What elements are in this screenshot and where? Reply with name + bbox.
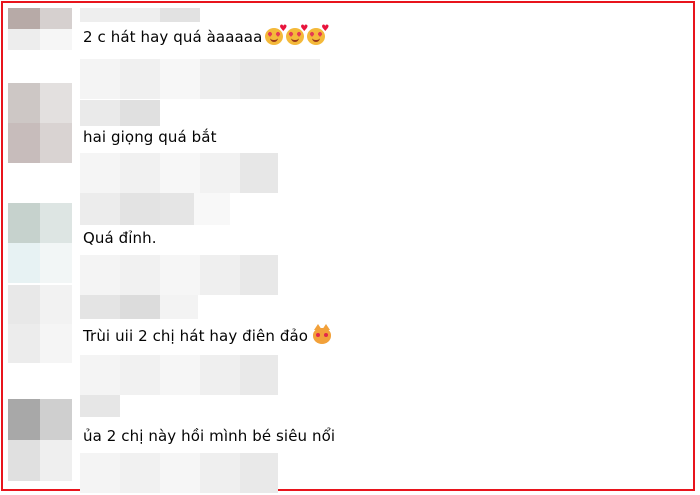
- comment-text: Trùi uii 2 chị hát hay điên đảo: [83, 324, 332, 345]
- comment-text-content: Quá đỉnh.: [83, 229, 157, 247]
- commenter-name-blurred[interactable]: [80, 395, 120, 417]
- comment-actions-blurred[interactable]: [80, 453, 278, 493]
- avatar[interactable]: [8, 83, 72, 163]
- smiling-face-with-hearts-icon: ♥: [307, 25, 329, 45]
- comment-text-content: ủa 2 chị này hồi mình bé siêu nổi: [83, 427, 336, 445]
- comment-text: ủa 2 chị này hồi mình bé siêu nổi: [83, 427, 335, 445]
- comment-text-content: Trùi uii 2 chị hát hay điên đảo: [83, 327, 309, 345]
- comment-screenshot-frame: 2 c hát hay quá àaaaaa ♥ ♥ ♥ hai giọng quá …: [1, 1, 695, 493]
- comment-actions-blurred[interactable]: [80, 355, 278, 395]
- comment-actions-blurred[interactable]: [80, 255, 278, 295]
- commenter-name-blurred[interactable]: [80, 8, 200, 22]
- comment-text: hai giọng quá bắt: [83, 128, 217, 146]
- avatar[interactable]: [8, 399, 72, 481]
- comment-actions-blurred[interactable]: [80, 153, 278, 193]
- comment-text-content: 2 c hát hay quá àaaaaa: [83, 28, 263, 46]
- comment-text-content: hai giọng quá bắt: [83, 128, 217, 146]
- commenter-name-blurred[interactable]: [80, 100, 160, 126]
- commenter-name-blurred[interactable]: [80, 295, 198, 319]
- avatar[interactable]: [8, 203, 72, 283]
- smiling-face-with-hearts-icon: ♥: [286, 25, 308, 45]
- smiling-face-with-hearts-icon: ♥: [265, 25, 287, 45]
- avatar[interactable]: [8, 285, 72, 363]
- comment-text: Quá đỉnh.: [83, 229, 157, 247]
- heart-eyes-cat-icon: [313, 324, 332, 344]
- comment-text: 2 c hát hay quá àaaaaa ♥ ♥ ♥: [83, 25, 329, 47]
- comment-actions-blurred[interactable]: [80, 59, 320, 99]
- avatar[interactable]: [8, 8, 72, 50]
- commenter-name-blurred[interactable]: [80, 193, 230, 225]
